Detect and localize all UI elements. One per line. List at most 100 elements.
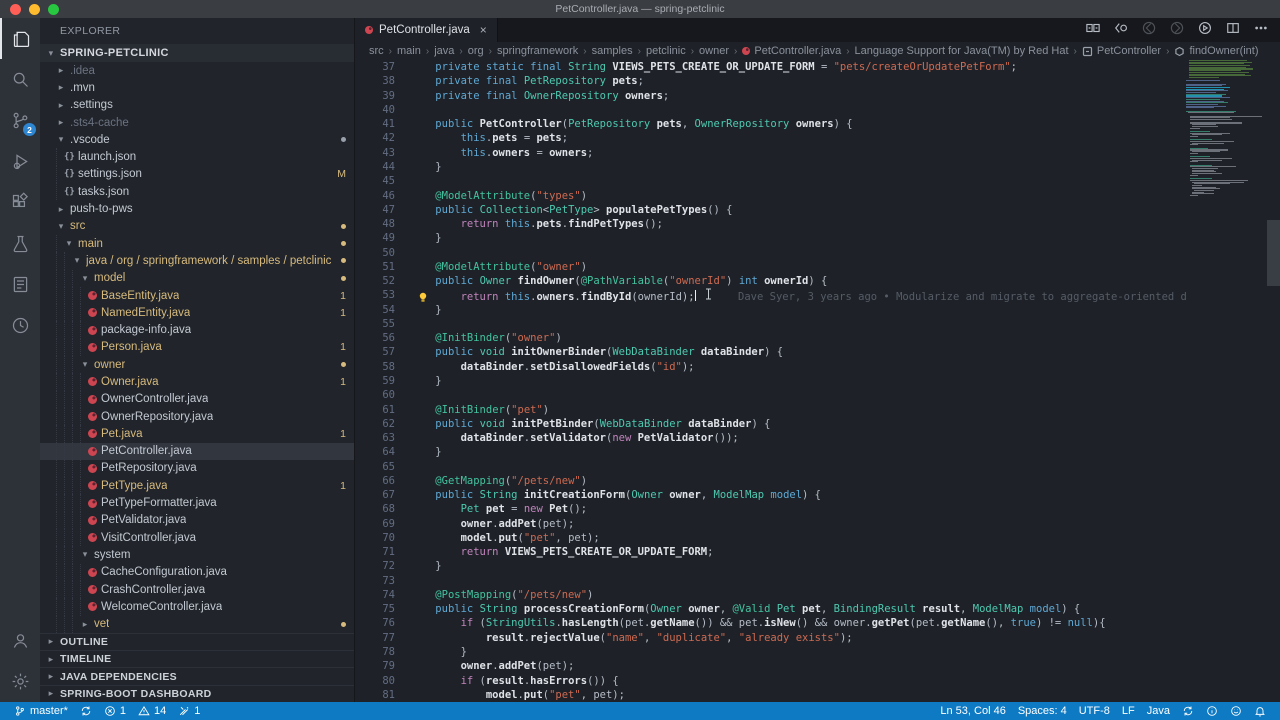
tree-item-owner-java[interactable]: Owner.java1 [40, 373, 354, 390]
tree-item-baseentity-java[interactable]: BaseEntity.java1 [40, 287, 354, 304]
section-outline[interactable]: ▸OUTLINE [40, 633, 354, 650]
tree-item-ownerrepository-java[interactable]: OwnerRepository.java [40, 408, 354, 425]
tree-item-crashcontroller-java[interactable]: CrashController.java [40, 581, 354, 598]
tree-item-push-to-pws[interactable]: ▸push-to-pws [40, 200, 354, 217]
tree-item-settings-json[interactable]: {}settings.jsonM [40, 166, 354, 183]
language-mode[interactable]: Java [1141, 705, 1176, 717]
tree-item--sts4-cache[interactable]: ▸.sts4-cache [40, 114, 354, 131]
chevron-right-icon: ▸ [46, 688, 56, 699]
java-sync[interactable] [1176, 705, 1200, 717]
tree-item-pettypeformatter-java[interactable]: PetTypeFormatter.java [40, 494, 354, 511]
section-timeline[interactable]: ▸TIMELINE [40, 650, 354, 667]
breadcrumb-item-samples[interactable]: samples [592, 45, 633, 57]
zoom-window-button[interactable] [48, 4, 59, 15]
breadcrumb-item-org[interactable]: org [468, 45, 484, 57]
java-status[interactable] [1200, 705, 1224, 717]
tree-root-header[interactable]: ▾ SPRING-PETCLINIC [40, 44, 354, 62]
breadcrumb-item-findowner-int-[interactable]: findOwner(int) [1174, 45, 1258, 57]
java-dashboard-icon[interactable] [0, 305, 40, 346]
encoding[interactable]: UTF-8 [1073, 705, 1116, 717]
tree-item-launch-json[interactable]: {}launch.json [40, 148, 354, 165]
breadcrumb-item-petclinic[interactable]: petclinic [646, 45, 686, 57]
extensions-icon[interactable] [0, 182, 40, 223]
minimize-window-button[interactable] [29, 4, 40, 15]
tree-item-model[interactable]: ▾model [40, 270, 354, 287]
tree-item-java-org-springframework-samples-petclinic[interactable]: ▾java / org / springframework / samples … [40, 252, 354, 269]
cursor-position[interactable]: Ln 53, Col 46 [934, 705, 1011, 717]
eol[interactable]: LF [1116, 705, 1141, 717]
line-number: 49 [355, 232, 395, 244]
tree-item-namedentity-java[interactable]: NamedEntity.java1 [40, 304, 354, 321]
run-icon[interactable] [1198, 21, 1212, 40]
tab-label: PetController.java [379, 24, 470, 36]
tasks-indicator[interactable]: 1 [172, 705, 206, 717]
tree-item-welcomecontroller-java[interactable]: WelcomeController.java [40, 598, 354, 615]
explorer-icon[interactable] [0, 18, 40, 59]
tree-item-petcontroller-java[interactable]: PetController.java [40, 443, 354, 460]
close-window-button[interactable] [10, 4, 21, 15]
breadcrumb-item-java[interactable]: java [434, 45, 454, 57]
tree-item--vscode[interactable]: ▾.vscode [40, 131, 354, 148]
tree-item-label: VisitController.java [101, 532, 196, 544]
minimap[interactable] [1186, 60, 1266, 702]
open-changes-icon[interactable] [1086, 21, 1100, 40]
section-java-dependencies[interactable]: ▸JAVA DEPENDENCIES [40, 667, 354, 684]
indentation[interactable]: Spaces: 4 [1012, 705, 1073, 717]
notifications-bell[interactable] [1248, 705, 1272, 717]
errors-indicator[interactable]: 1 [98, 705, 132, 717]
test-flask-icon[interactable] [0, 223, 40, 264]
tree-item-ownercontroller-java[interactable]: OwnerController.java [40, 391, 354, 408]
tree-item-system[interactable]: ▾system [40, 546, 354, 563]
tree-item-visitcontroller-java[interactable]: VisitController.java [40, 529, 354, 546]
search-icon[interactable] [0, 59, 40, 100]
tree-item--mvn[interactable]: ▸.mvn [40, 79, 354, 96]
tree-item--idea[interactable]: ▸.idea [40, 62, 354, 79]
tree-item-label: vet [94, 618, 109, 630]
run-debug-icon[interactable] [0, 141, 40, 182]
breadcrumb-item-petcontroller[interactable]: PetController [1082, 45, 1161, 57]
git-branch-indicator[interactable]: master* [8, 705, 74, 717]
settings-gear-icon[interactable] [0, 661, 40, 702]
breadcrumb-item-petcontroller-java[interactable]: PetController.java [742, 45, 841, 57]
tab-petcontroller[interactable]: PetController.java × [355, 18, 498, 42]
tree-item--settings[interactable]: ▸.settings [40, 97, 354, 114]
tree-item-owner[interactable]: ▾owner [40, 356, 354, 373]
line-number: 54 [355, 304, 395, 316]
code-line-59: 59 } [355, 374, 1186, 388]
tree-item-petvalidator-java[interactable]: PetValidator.java [40, 512, 354, 529]
tree-item-main[interactable]: ▾main [40, 235, 354, 252]
breadcrumb-item-owner[interactable]: owner [699, 45, 729, 57]
code-editor[interactable]: 37 private static final String VIEWS_PET… [355, 60, 1186, 702]
tree-item-package-info-java[interactable]: package-info.java [40, 321, 354, 338]
vertical-scrollbar[interactable] [1267, 220, 1280, 286]
code-line-53: 53 return this.owners.findById(ownerId);… [355, 288, 1186, 302]
compare-previous-icon[interactable] [1114, 21, 1128, 40]
source-control-icon[interactable]: 2 [0, 100, 40, 141]
tree-item-pet-java[interactable]: Pet.java1 [40, 425, 354, 442]
tree-item-person-java[interactable]: Person.java1 [40, 339, 354, 356]
tree-item-src[interactable]: ▾src [40, 218, 354, 235]
breadcrumb-item-src[interactable]: src [369, 45, 384, 57]
account-icon[interactable] [0, 620, 40, 661]
sync-button[interactable] [74, 705, 98, 717]
breadcrumb-item-springframework[interactable]: springframework [497, 45, 578, 57]
references-icon[interactable] [0, 264, 40, 305]
section-spring-boot-dashboard[interactable]: ▸SPRING-BOOT DASHBOARD [40, 685, 354, 702]
feedback[interactable] [1224, 705, 1248, 717]
title-bar: PetController.java — spring-petclinic [0, 0, 1280, 18]
tree-item-petrepository-java[interactable]: PetRepository.java [40, 460, 354, 477]
more-actions-icon[interactable] [1254, 21, 1268, 40]
tree-item-label: PetValidator.java [101, 514, 186, 526]
code-line-65: 65 [355, 459, 1186, 473]
tree-item-cacheconfiguration-java[interactable]: CacheConfiguration.java [40, 564, 354, 581]
close-tab-icon[interactable]: × [480, 23, 487, 37]
tree-item-tasks-json[interactable]: {}tasks.json [40, 183, 354, 200]
split-editor-icon[interactable] [1226, 21, 1240, 40]
line-number: 70 [355, 532, 395, 544]
breadcrumb-item-main[interactable]: main [397, 45, 421, 57]
warnings-indicator[interactable]: 14 [132, 705, 172, 717]
tree-item-pettype-java[interactable]: PetType.java1 [40, 477, 354, 494]
breadcrumb-item-language-support-for-java-tm-by-red-hat[interactable]: Language Support for Java(TM) by Red Hat [855, 45, 1069, 57]
tree-item-vet[interactable]: ▸vet [40, 616, 354, 633]
tree-item-label: main [78, 238, 103, 250]
